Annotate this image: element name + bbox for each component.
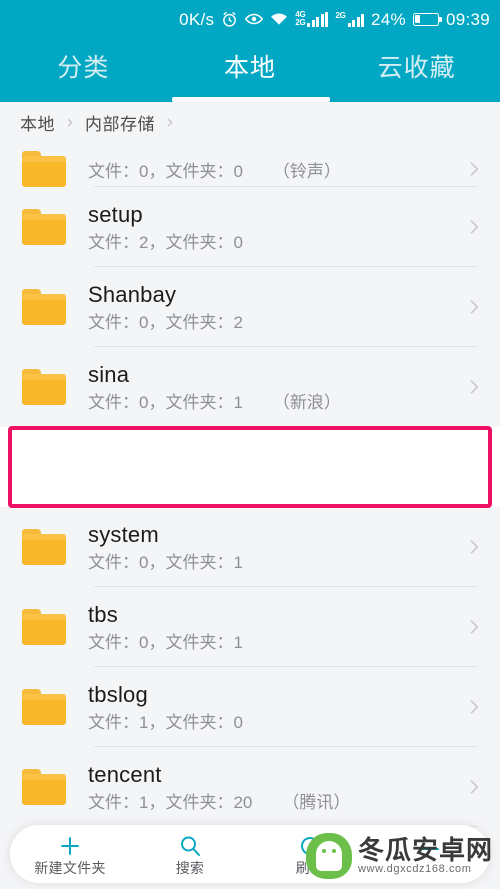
eye-icon — [245, 12, 264, 26]
bottom-toolbar: 新建文件夹 搜索 刷新 — [10, 825, 490, 883]
breadcrumb-item-local[interactable]: 本地 — [20, 110, 55, 135]
folder-icon — [22, 289, 66, 325]
folder-counts: 文件：0，文件夹：1 — [88, 633, 456, 653]
folder-icon — [22, 769, 66, 805]
sim1-label-bottom: 2G — [295, 18, 306, 27]
search-label: 搜索 — [175, 859, 205, 876]
folder-counts-text: 文件：1，文件夹：0 — [88, 712, 243, 732]
chevron-right-icon: › — [166, 111, 174, 133]
folder-icon — [22, 369, 66, 405]
chevron-right-icon — [456, 297, 492, 317]
folder-counts-text: 文件：0，文件夹：1 — [88, 632, 243, 652]
chevron-right-icon — [456, 697, 492, 717]
folder-name: Sounds — [88, 441, 164, 467]
folder-counts-text: 文件：1，文件夹：20 — [88, 792, 253, 812]
chevron-right-icon: › — [66, 111, 74, 133]
folder-name: system — [88, 521, 159, 547]
folder-name: tbs — [88, 601, 118, 627]
chevron-right-icon — [456, 377, 492, 397]
chevron-right-icon — [456, 537, 492, 557]
folder-icon — [22, 449, 66, 485]
folder-name: tbslog — [88, 681, 148, 707]
folder-note: （新浪） — [272, 392, 341, 412]
folder-icon — [22, 151, 66, 187]
new-folder-label: 新建文件夹 — [34, 859, 106, 876]
folder-counts-text: 文件：5，文件夹：1 — [88, 472, 243, 492]
chevron-right-icon — [456, 217, 492, 237]
folder-name: tencent — [88, 761, 162, 787]
folder-row[interactable]: setup 文件：2，文件夹：0 — [0, 187, 500, 267]
plus-icon — [58, 834, 82, 858]
tab-cloud-favorites[interactable]: 云收藏 — [333, 55, 500, 85]
battery-icon — [412, 12, 442, 26]
more-icon — [418, 841, 442, 865]
folder-counts-text: 文件：0，文件夹：0 — [88, 161, 243, 181]
folder-list[interactable]: 文件：0，文件夹：0 （铃声） setup 文件：2，文件夹：0 Shanbay 文件：0… — [0, 143, 500, 889]
chevron-right-icon — [456, 457, 492, 477]
refresh-icon — [298, 834, 322, 858]
folder-note: （铃声） — [272, 161, 341, 181]
folder-note: （音频） — [272, 472, 341, 492]
folder-counts: 文件：5，文件夹：1 （音频） — [88, 473, 456, 493]
folder-name: setup — [88, 201, 143, 227]
folder-counts-text: 文件：0，文件夹：1 — [88, 552, 243, 572]
folder-name: Shanbay — [88, 281, 177, 307]
refresh-button[interactable]: 刷新 — [250, 825, 370, 883]
search-icon — [178, 834, 202, 858]
tab-local[interactable]: 本地 — [167, 55, 334, 85]
wifi-icon — [270, 12, 288, 26]
folder-row[interactable]: tbslog 文件：1，文件夹：0 — [0, 667, 500, 747]
folder-row[interactable]: tencent 文件：1，文件夹：20 （腾讯） — [0, 747, 500, 827]
search-button[interactable]: 搜索 — [130, 825, 250, 883]
folder-icon — [22, 609, 66, 645]
folder-counts-text: 文件：0，文件夹：2 — [88, 312, 243, 332]
folder-icon — [22, 209, 66, 245]
folder-counts-text: 文件：2，文件夹：0 — [88, 232, 243, 252]
folder-row[interactable]: Sounds 文件：5，文件夹：1 （音频） — [0, 427, 500, 507]
alarm-icon — [221, 11, 238, 28]
folder-note: （腾讯） — [282, 792, 351, 812]
battery-percent-text: 24% — [371, 9, 406, 29]
file-manager-screen: 0K/s 4G 2G 2G 24% 09:39 分类 本地 云收藏 本地 › 内… — [0, 0, 500, 889]
tab-categories[interactable]: 分类 — [0, 55, 167, 85]
sim2-label: 2G — [335, 10, 346, 20]
folder-icon — [22, 689, 66, 725]
refresh-label: 刷新 — [295, 859, 325, 876]
folder-row[interactable]: tbs 文件：0，文件夹：1 — [0, 587, 500, 667]
folder-counts: 文件：0，文件夹：1 — [88, 553, 456, 573]
folder-counts: 文件：0，文件夹：1 （新浪） — [88, 393, 456, 413]
folder-name: sina — [88, 361, 130, 387]
folder-counts: 文件：0，文件夹：2 — [88, 313, 456, 333]
chevron-right-icon — [456, 617, 492, 637]
folder-counts-text: 文件：0，文件夹：1 — [88, 392, 243, 412]
folder-counts: 文件：2，文件夹：0 — [88, 233, 456, 253]
folder-row[interactable]: sina 文件：0，文件夹：1 （新浪） — [0, 347, 500, 427]
folder-row[interactable]: 文件：0，文件夹：0 （铃声） — [0, 143, 500, 187]
folder-counts: 文件：1，文件夹：20 （腾讯） — [88, 793, 456, 813]
chevron-right-icon — [456, 159, 492, 179]
sim2-signal-icon: 2G — [335, 10, 365, 27]
chevron-right-icon — [456, 777, 492, 797]
tab-bar: 分类 本地 云收藏 — [0, 38, 500, 102]
breadcrumb: 本地 › 内部存储 › — [0, 102, 500, 143]
folder-icon — [22, 529, 66, 565]
status-bar: 0K/s 4G 2G 2G 24% 09:39 — [0, 0, 500, 38]
folder-counts: 文件：0，文件夹：0 （铃声） — [88, 162, 456, 182]
new-folder-button[interactable]: 新建文件夹 — [10, 825, 130, 883]
network-speed-text: 0K/s — [179, 9, 215, 29]
breadcrumb-item-internal-storage[interactable]: 内部存储 — [85, 110, 155, 135]
clock-text: 09:39 — [445, 9, 490, 29]
folder-row[interactable]: Shanbay 文件：0，文件夹：2 — [0, 267, 500, 347]
folder-row[interactable]: system 文件：0，文件夹：1 — [0, 507, 500, 587]
sim1-signal-icon: 4G 2G — [295, 11, 329, 27]
active-tab-indicator — [172, 97, 330, 102]
folder-counts: 文件：1，文件夹：0 — [88, 713, 456, 733]
more-button[interactable] — [370, 825, 490, 883]
